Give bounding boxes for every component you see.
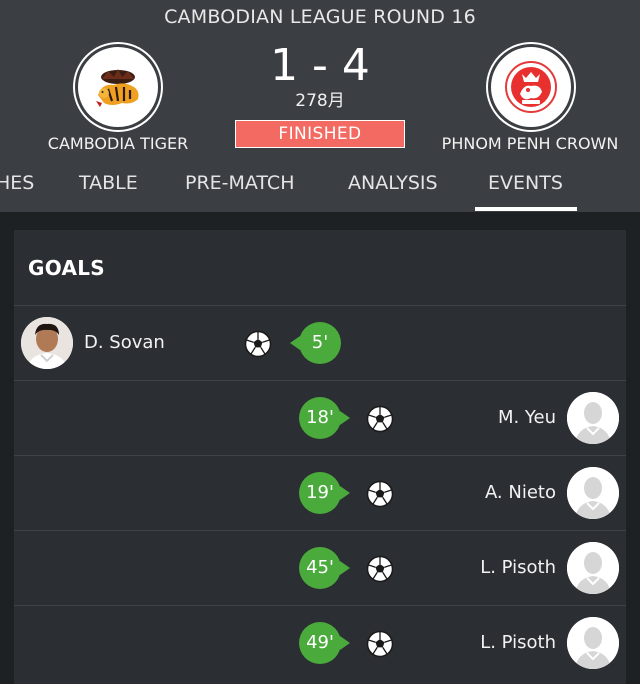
player-placeholder-avatar (567, 542, 619, 594)
goals-section-title: GOALS (28, 256, 106, 280)
player-placeholder-avatar (567, 392, 619, 444)
tab-events[interactable]: EVENTS (475, 171, 577, 211)
player-photo-icon (21, 317, 73, 369)
match-tabs: HES TABLE PRE-MATCH ANALYSIS EVENTS (0, 165, 640, 212)
goal-minute-badge: 49' (299, 622, 350, 664)
goal-event-row[interactable]: 19' A. Nieto (14, 455, 626, 531)
home-team-crest[interactable] (75, 44, 161, 130)
goal-event-row[interactable]: D. Sovan 5' (14, 305, 626, 381)
player-photo-avatar (21, 317, 73, 369)
player-placeholder-avatar (567, 467, 619, 519)
away-team-name: PHNOM PENH CROWN (441, 134, 619, 153)
player-silhouette-icon (567, 542, 619, 594)
tab-pre-match[interactable]: PRE-MATCH (185, 171, 294, 205)
scorer-name: M. Yeu (497, 407, 556, 428)
tab-matches[interactable]: HES (0, 171, 34, 205)
scorer-name: L. Pisoth (480, 632, 556, 653)
player-silhouette-icon (567, 467, 619, 519)
player-silhouette-icon (567, 617, 619, 669)
match-date: 278月 (295, 91, 345, 111)
goal-minute-badge: 5' (290, 322, 341, 364)
match-score: 1 - 4 (270, 40, 370, 91)
league-round-title: CAMBODIAN LEAGUE ROUND 16 (164, 6, 476, 28)
tab-table[interactable]: TABLE (79, 171, 138, 205)
goal-minute-badge: 19' (299, 472, 350, 514)
tab-analysis[interactable]: ANALYSIS (348, 171, 438, 205)
soccer-ball-icon (366, 405, 394, 433)
goal-event-row[interactable]: 45' L. Pisoth (14, 530, 626, 606)
match-status-badge: FINISHED (235, 120, 405, 148)
crown-crest-icon (505, 61, 557, 113)
soccer-ball-icon (366, 480, 394, 508)
player-silhouette-icon (567, 392, 619, 444)
tiger-crest-icon (96, 69, 139, 107)
soccer-ball-icon (244, 330, 272, 358)
goal-minute-badge: 45' (299, 547, 350, 589)
match-header: CAMBODIAN LEAGUE ROUND 16 CAMBODIA TIGER… (0, 0, 640, 212)
home-team-name: CAMBODIA TIGER (47, 134, 189, 153)
scorer-name: A. Nieto (484, 482, 556, 503)
soccer-ball-icon (366, 630, 394, 658)
goals-panel: GOALS D. Sovan 5' 18' M. Yeu 19' A. Niet… (14, 230, 626, 684)
goal-minute-badge: 18' (299, 397, 350, 439)
scorer-name: L. Pisoth (480, 557, 556, 578)
away-team-crest[interactable] (488, 44, 574, 130)
player-placeholder-avatar (567, 617, 619, 669)
goal-event-row[interactable]: 49' L. Pisoth (14, 605, 626, 681)
soccer-ball-icon (366, 555, 394, 583)
goal-event-row[interactable]: 18' M. Yeu (14, 380, 626, 456)
scorer-name: D. Sovan (84, 332, 165, 353)
